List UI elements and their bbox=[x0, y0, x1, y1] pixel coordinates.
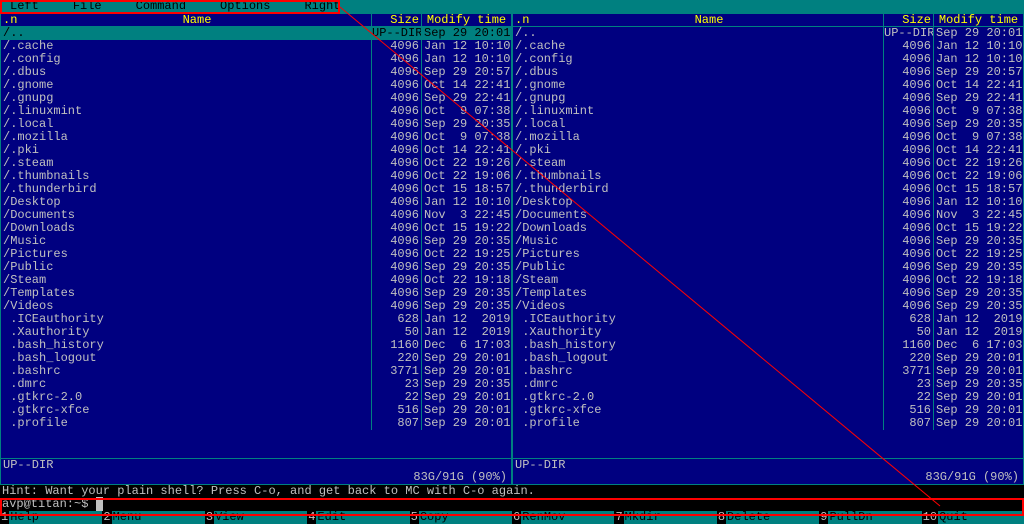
file-name: /Public bbox=[513, 261, 883, 274]
file-name: /Steam bbox=[513, 274, 883, 287]
file-name: /.cache bbox=[513, 40, 883, 53]
file-name: /Desktop bbox=[513, 196, 883, 209]
file-name: /.dbus bbox=[513, 66, 883, 79]
file-name: .ICEauthority bbox=[1, 313, 371, 326]
right-panel-header: .n Name Size Modify time bbox=[513, 14, 1023, 27]
file-name: /.mozilla bbox=[513, 131, 883, 144]
file-name: /.linuxmint bbox=[513, 105, 883, 118]
menu-left[interactable]: Left bbox=[10, 0, 39, 13]
file-date: Sep 29 20:01 bbox=[933, 417, 1023, 430]
prompt-text: avp@titan:~$ bbox=[2, 497, 96, 511]
file-name: /Steam bbox=[1, 274, 371, 287]
menu-right[interactable]: Right bbox=[304, 0, 340, 13]
file-name: /.cache bbox=[1, 40, 371, 53]
left-panel-footer: UP--DIR 83G/91G (90%) bbox=[1, 458, 511, 484]
file-name: .bash_history bbox=[1, 339, 371, 352]
file-name: /.gnupg bbox=[1, 92, 371, 105]
hint-line: Hint: Want your plain shell? Press C-o, … bbox=[0, 485, 1024, 498]
file-name: /Pictures bbox=[513, 248, 883, 261]
file-name: /Templates bbox=[1, 287, 371, 300]
col-n[interactable]: .n bbox=[1, 14, 23, 26]
file-name: /Desktop bbox=[1, 196, 371, 209]
file-name: /.config bbox=[1, 53, 371, 66]
file-name: /.local bbox=[1, 118, 371, 131]
file-name: /.gnupg bbox=[513, 92, 883, 105]
file-name: /.local bbox=[513, 118, 883, 131]
cursor bbox=[96, 497, 103, 511]
file-name: .bashrc bbox=[513, 365, 883, 378]
left-panel: .n Name Size Modify time /..UP--DIRSep 2… bbox=[0, 13, 512, 485]
col-name[interactable]: Name bbox=[23, 14, 371, 26]
file-row[interactable]: .profile807Sep 29 20:01 bbox=[1, 417, 511, 430]
file-name: /.pki bbox=[513, 144, 883, 157]
file-name: /.thumbnails bbox=[513, 170, 883, 183]
menu-file[interactable]: File bbox=[73, 0, 102, 13]
menu-bar: Left File Command Options Right bbox=[0, 0, 1024, 13]
file-name: .gtkrc-2.0 bbox=[513, 391, 883, 404]
disk-usage: 83G/91G (90%) bbox=[925, 471, 1019, 484]
file-name: /.pki bbox=[1, 144, 371, 157]
file-name: .profile bbox=[513, 417, 883, 430]
file-name: /Music bbox=[1, 235, 371, 248]
file-name: .Xauthority bbox=[513, 326, 883, 339]
file-name: /.dbus bbox=[1, 66, 371, 79]
file-name: /.. bbox=[1, 27, 371, 40]
file-name: .bash_history bbox=[513, 339, 883, 352]
file-name: .bash_logout bbox=[1, 352, 371, 365]
file-name: /.mozilla bbox=[1, 131, 371, 144]
file-name: /.. bbox=[513, 27, 883, 40]
file-name: /.config bbox=[513, 53, 883, 66]
file-name: /Downloads bbox=[513, 222, 883, 235]
file-row[interactable]: .profile807Sep 29 20:01 bbox=[513, 417, 1023, 430]
file-name: /Documents bbox=[1, 209, 371, 222]
col-date[interactable]: Modify time bbox=[933, 14, 1023, 26]
disk-usage: 83G/91G (90%) bbox=[413, 471, 507, 484]
file-name: /.steam bbox=[513, 157, 883, 170]
file-name: /Public bbox=[1, 261, 371, 274]
right-panel-footer: UP--DIR 83G/91G (90%) bbox=[513, 458, 1023, 484]
file-name: /.thumbnails bbox=[1, 170, 371, 183]
col-size[interactable]: Size bbox=[371, 14, 421, 26]
file-name: .gtkrc-xfce bbox=[513, 404, 883, 417]
file-name: /Videos bbox=[513, 300, 883, 313]
left-panel-header: .n Name Size Modify time bbox=[1, 14, 511, 27]
menu-options[interactable]: Options bbox=[220, 0, 270, 13]
file-name: .gtkrc-2.0 bbox=[1, 391, 371, 404]
file-name: .gtkrc-xfce bbox=[1, 404, 371, 417]
menu-command[interactable]: Command bbox=[136, 0, 186, 13]
file-name: /Music bbox=[513, 235, 883, 248]
right-panel: .n Name Size Modify time /..UP--DIRSep 2… bbox=[512, 13, 1024, 485]
file-name: /.gnome bbox=[513, 79, 883, 92]
col-date[interactable]: Modify time bbox=[421, 14, 511, 26]
file-size: 807 bbox=[371, 417, 421, 430]
file-name: /Templates bbox=[513, 287, 883, 300]
file-name: /Videos bbox=[1, 300, 371, 313]
file-size: 807 bbox=[883, 417, 933, 430]
col-n[interactable]: .n bbox=[513, 14, 535, 26]
right-file-list[interactable]: /..UP--DIRSep 29 20:01/.cache4096Jan 12 … bbox=[513, 27, 1023, 458]
file-name: .bashrc bbox=[1, 365, 371, 378]
file-name: .bash_logout bbox=[513, 352, 883, 365]
file-name: /Pictures bbox=[1, 248, 371, 261]
file-date: Sep 29 20:01 bbox=[421, 417, 511, 430]
file-name: /.gnome bbox=[1, 79, 371, 92]
left-file-list[interactable]: /..UP--DIRSep 29 20:01/.cache4096Jan 12 … bbox=[1, 27, 511, 458]
file-name: .ICEauthority bbox=[513, 313, 883, 326]
file-name: /.steam bbox=[1, 157, 371, 170]
file-name: /Downloads bbox=[1, 222, 371, 235]
file-name: .Xauthority bbox=[1, 326, 371, 339]
file-name: /Documents bbox=[513, 209, 883, 222]
file-name: /.thunderbird bbox=[513, 183, 883, 196]
file-name: .dmrc bbox=[513, 378, 883, 391]
col-name[interactable]: Name bbox=[535, 14, 883, 26]
file-name: /.linuxmint bbox=[1, 105, 371, 118]
file-name: .profile bbox=[1, 417, 371, 430]
col-size[interactable]: Size bbox=[883, 14, 933, 26]
file-name: /.thunderbird bbox=[1, 183, 371, 196]
file-name: .dmrc bbox=[1, 378, 371, 391]
